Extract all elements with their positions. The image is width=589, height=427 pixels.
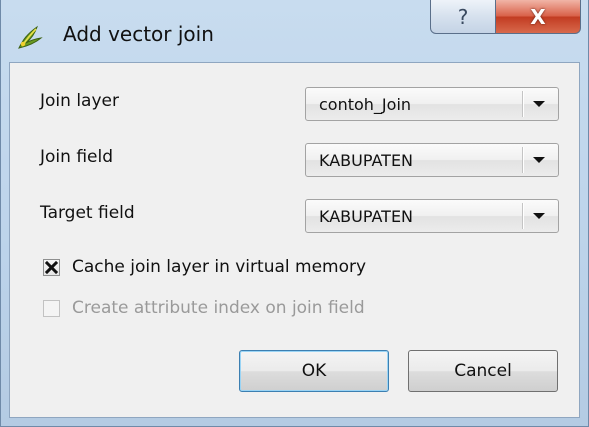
qgis-icon bbox=[18, 25, 43, 49]
cancel-button[interactable]: Cancel bbox=[408, 350, 558, 392]
cache-join-label: Cache join layer in virtual memory bbox=[72, 257, 367, 277]
chevron-down-icon[interactable] bbox=[532, 100, 546, 108]
combo-separator bbox=[522, 91, 524, 117]
join-layer-select[interactable]: contoh_Join bbox=[305, 87, 559, 121]
dialog-title: Add vector join bbox=[63, 22, 214, 46]
help-icon: ? bbox=[457, 4, 469, 29]
combo-separator bbox=[522, 203, 524, 229]
combo-separator bbox=[522, 147, 524, 173]
chevron-down-icon[interactable] bbox=[532, 156, 546, 164]
chevron-down-icon[interactable] bbox=[532, 212, 546, 220]
close-icon: X bbox=[530, 4, 546, 29]
target-field-value: KABUPATEN bbox=[319, 207, 414, 226]
join-field-select[interactable]: KABUPATEN bbox=[305, 143, 559, 177]
join-field-value: KABUPATEN bbox=[319, 151, 414, 170]
dialog-body: Join layer contoh_Join Join field KABUPA… bbox=[9, 62, 580, 418]
close-button[interactable]: X bbox=[495, 0, 581, 34]
target-field-label: Target field bbox=[40, 203, 135, 223]
help-button[interactable]: ? bbox=[430, 0, 496, 34]
attribute-index-label: Create attribute index on join field bbox=[72, 298, 365, 318]
join-layer-label: Join layer bbox=[40, 91, 119, 111]
cross-check-icon bbox=[45, 261, 58, 274]
target-field-select[interactable]: KABUPATEN bbox=[305, 199, 559, 233]
attribute-index-checkbox bbox=[43, 300, 60, 317]
join-layer-value: contoh_Join bbox=[319, 95, 412, 114]
ok-button[interactable]: OK bbox=[239, 350, 389, 392]
add-vector-join-dialog: Add vector join ? X Join layer contoh_Jo… bbox=[0, 0, 589, 427]
cache-join-checkbox[interactable] bbox=[43, 259, 60, 276]
join-field-label: Join field bbox=[40, 147, 113, 167]
title-bar[interactable]: Add vector join ? X bbox=[1, 0, 588, 62]
